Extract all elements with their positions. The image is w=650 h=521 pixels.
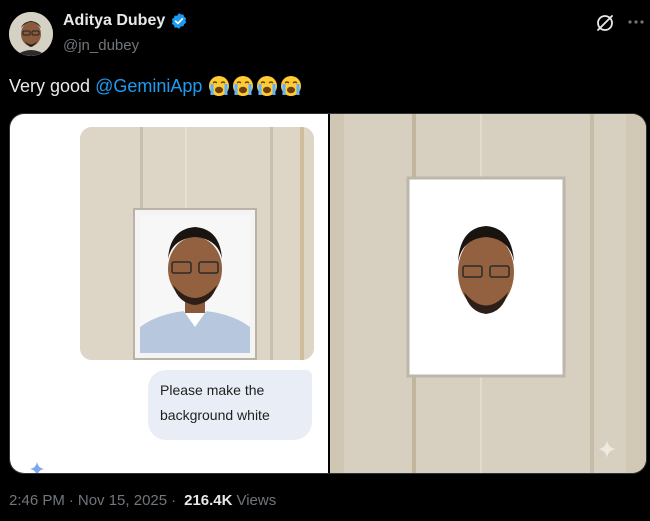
crying-face-icon xyxy=(257,76,278,96)
tweet-text: Very good @GeminiApp xyxy=(9,75,302,97)
verified-badge-icon xyxy=(170,12,188,30)
footer-separator: · xyxy=(171,492,177,509)
uploaded-photo xyxy=(80,127,314,360)
gemini-sparkle-icon xyxy=(30,462,44,473)
chat-prompt-bubble: Please make the background white xyxy=(148,370,312,440)
grok-icon[interactable] xyxy=(594,12,616,34)
tweet-media[interactable]: Please make the background white xyxy=(9,113,647,474)
tweet-date[interactable]: Nov 15, 2025 xyxy=(78,492,167,509)
sparkle-watermark-icon xyxy=(598,440,616,458)
mention-link[interactable]: @GeminiApp xyxy=(95,76,202,97)
footer-separator: · xyxy=(68,492,74,509)
chat-prompt-text: Please make the background white xyxy=(160,382,270,423)
tweet-footer: 2:46 PM · Nov 15, 2025 · 216.4K Views xyxy=(9,492,276,509)
emoji-group xyxy=(208,75,302,97)
media-left-screenshot[interactable]: Please make the background white xyxy=(10,114,328,473)
avatar[interactable] xyxy=(9,12,53,56)
crying-face-icon xyxy=(281,76,302,96)
media-right-result[interactable] xyxy=(330,114,646,473)
author-handle[interactable]: @jn_dubey xyxy=(63,37,139,54)
tweet-time[interactable]: 2:46 PM xyxy=(9,492,65,509)
author-display-name[interactable]: Aditya Dubey xyxy=(63,12,188,30)
views-count[interactable]: 216.4K xyxy=(184,492,232,509)
more-options-icon[interactable] xyxy=(626,12,646,32)
views-label[interactable]: Views xyxy=(236,492,276,509)
author-name-text[interactable]: Aditya Dubey xyxy=(63,12,165,30)
crying-face-icon xyxy=(233,76,254,96)
tweet-body: Very good xyxy=(9,75,91,96)
crying-face-icon xyxy=(209,76,230,96)
